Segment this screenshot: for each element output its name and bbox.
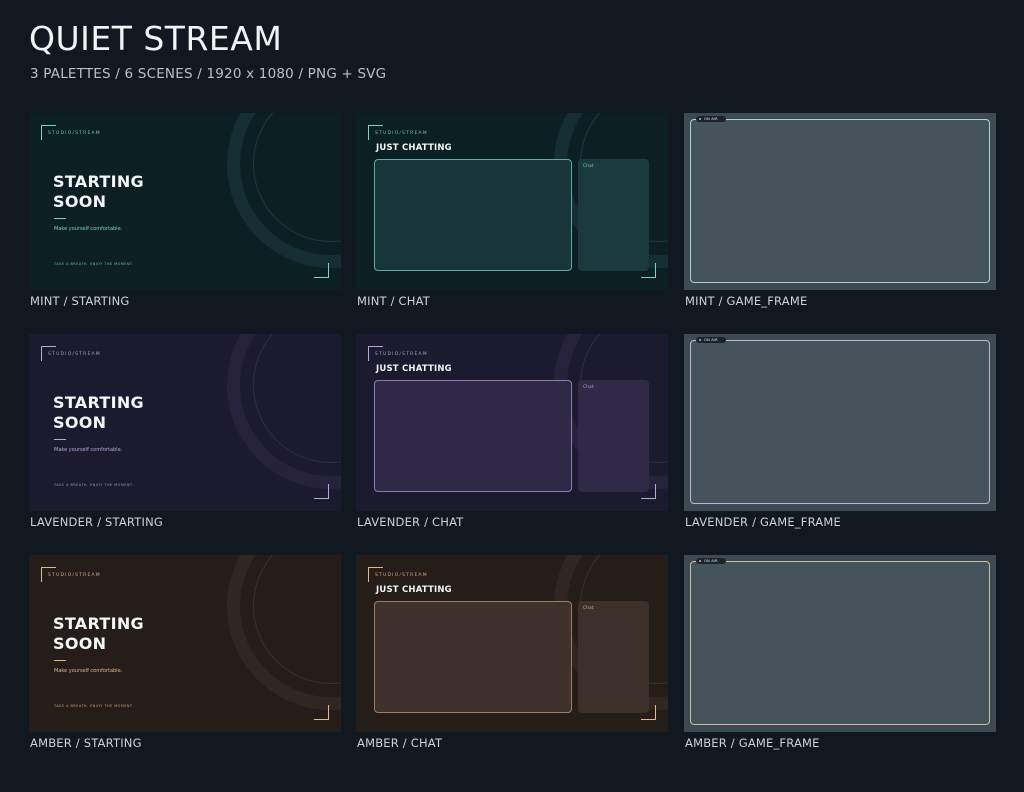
starting-heading: STARTING SOON (53, 393, 144, 433)
corner-bracket-bottom-right (641, 263, 656, 278)
starting-subtitle: Make yourself comfortable. (54, 668, 123, 674)
page-subtitle: 3 PALETTES / 6 SCENES / 1920 x 1080 / PN… (30, 66, 387, 82)
chat-label: Chat (583, 385, 594, 390)
scene-card-game-frame[interactable]: ON AIR MINT / GAME_FRAME (684, 113, 996, 308)
scene-thumbnail-starting[interactable]: STUDIO/STREAM STARTING SOON Make yourself… (29, 113, 341, 290)
on-air-label: ON AIR (704, 559, 718, 563)
palette-row-amber: STUDIO/STREAM STARTING SOON Make yourself… (29, 555, 996, 755)
live-dot-icon (699, 560, 701, 562)
on-air-pill: ON AIR (696, 337, 726, 343)
on-air-label: ON AIR (704, 338, 718, 342)
starting-heading-line1: STARTING (53, 614, 144, 633)
chat-panel: Chat (578, 380, 649, 492)
accent-dash (54, 660, 66, 661)
corner-bracket-bottom-right (314, 263, 329, 278)
scene-thumbnail-chat[interactable]: STUDIO/STREAM JUST CHATTING Chat (356, 555, 668, 732)
scene-card-starting[interactable]: STUDIO/STREAM STARTING SOON Make yourself… (29, 334, 341, 529)
corner-bracket-bottom-right (314, 484, 329, 499)
scene-caption: AMBER / STARTING (30, 736, 142, 750)
palette-row-mint: STUDIO/STREAM STARTING SOON Make yourself… (29, 113, 996, 313)
starting-footer: TAKE A BREATH. ENJOY THE MOMENT. (54, 262, 134, 266)
main-content-panel (374, 159, 572, 271)
scene-card-chat[interactable]: STUDIO/STREAM JUST CHATTING Chat LAVENDE… (356, 334, 668, 529)
scene-caption: LAVENDER / STARTING (30, 515, 164, 529)
scene-thumbnail-starting[interactable]: STUDIO/STREAM STARTING SOON Make yourself… (29, 555, 341, 732)
starting-subtitle: Make yourself comfortable. (54, 226, 123, 232)
brand-label: STUDIO/STREAM (48, 131, 101, 136)
starting-footer: TAKE A BREATH. ENJOY THE MOMENT. (54, 704, 134, 708)
game-frame-border (690, 561, 990, 725)
starting-heading-line1: STARTING (53, 393, 144, 412)
starting-heading: STARTING SOON (53, 172, 144, 212)
scene-card-starting[interactable]: STUDIO/STREAM STARTING SOON Make yourself… (29, 555, 341, 750)
chat-title: JUST CHATTING (376, 585, 452, 595)
game-frame-border (690, 119, 990, 283)
scene-caption: MINT / CHAT (357, 294, 431, 308)
scene-caption: AMBER / GAME_FRAME (685, 736, 820, 750)
scene-thumbnail-chat[interactable]: STUDIO/STREAM JUST CHATTING Chat (356, 334, 668, 511)
scene-caption: AMBER / CHAT (357, 736, 443, 750)
brand-label: STUDIO/STREAM (375, 352, 428, 357)
chat-label: Chat (583, 606, 594, 611)
scene-card-chat[interactable]: STUDIO/STREAM JUST CHATTING Chat AMBER /… (356, 555, 668, 750)
chat-title: JUST CHATTING (376, 143, 452, 153)
brand-label: STUDIO/STREAM (375, 131, 428, 136)
starting-heading-line2: SOON (53, 634, 107, 653)
palette-row-lavender: STUDIO/STREAM STARTING SOON Make yourself… (29, 334, 996, 534)
scene-caption: LAVENDER / CHAT (357, 515, 464, 529)
chat-panel: Chat (578, 601, 649, 713)
chat-title: JUST CHATTING (376, 364, 452, 374)
starting-heading-line2: SOON (53, 192, 107, 211)
scene-card-game-frame[interactable]: ON AIR LAVENDER / GAME_FRAME (684, 334, 996, 529)
live-dot-icon (699, 118, 701, 120)
brand-label: STUDIO/STREAM (375, 573, 428, 578)
corner-bracket-bottom-right (641, 484, 656, 499)
chat-panel: Chat (578, 159, 649, 271)
scene-card-starting[interactable]: STUDIO/STREAM STARTING SOON Make yourself… (29, 113, 341, 308)
scene-thumbnail-game-frame[interactable]: ON AIR (684, 334, 996, 511)
chat-label: Chat (583, 164, 594, 169)
live-dot-icon (699, 339, 701, 341)
scene-thumbnail-game-frame[interactable]: ON AIR (684, 113, 996, 290)
main-content-panel (374, 380, 572, 492)
accent-dash (54, 439, 66, 440)
accent-dash (54, 218, 66, 219)
scene-thumbnail-chat[interactable]: STUDIO/STREAM JUST CHATTING Chat (356, 113, 668, 290)
corner-bracket-bottom-right (641, 705, 656, 720)
on-air-pill: ON AIR (696, 558, 726, 564)
scene-caption: MINT / STARTING (30, 294, 130, 308)
on-air-label: ON AIR (704, 117, 718, 121)
starting-heading-line2: SOON (53, 413, 107, 432)
scene-card-chat[interactable]: STUDIO/STREAM JUST CHATTING Chat MINT / … (356, 113, 668, 308)
starting-heading-line1: STARTING (53, 172, 144, 191)
scene-thumbnail-starting[interactable]: STUDIO/STREAM STARTING SOON Make yourself… (29, 334, 341, 511)
main-content-panel (374, 601, 572, 713)
starting-heading: STARTING SOON (53, 614, 144, 654)
scene-caption: MINT / GAME_FRAME (685, 294, 808, 308)
starting-subtitle: Make yourself comfortable. (54, 447, 123, 453)
brand-label: STUDIO/STREAM (48, 352, 101, 357)
page-title: QUIET STREAM (29, 19, 283, 58)
scene-thumbnail-game-frame[interactable]: ON AIR (684, 555, 996, 732)
scene-card-game-frame[interactable]: ON AIR AMBER / GAME_FRAME (684, 555, 996, 750)
brand-label: STUDIO/STREAM (48, 573, 101, 578)
corner-bracket-bottom-right (314, 705, 329, 720)
starting-footer: TAKE A BREATH. ENJOY THE MOMENT. (54, 483, 134, 487)
game-frame-border (690, 340, 990, 504)
scene-caption: LAVENDER / GAME_FRAME (685, 515, 841, 529)
on-air-pill: ON AIR (696, 116, 726, 122)
